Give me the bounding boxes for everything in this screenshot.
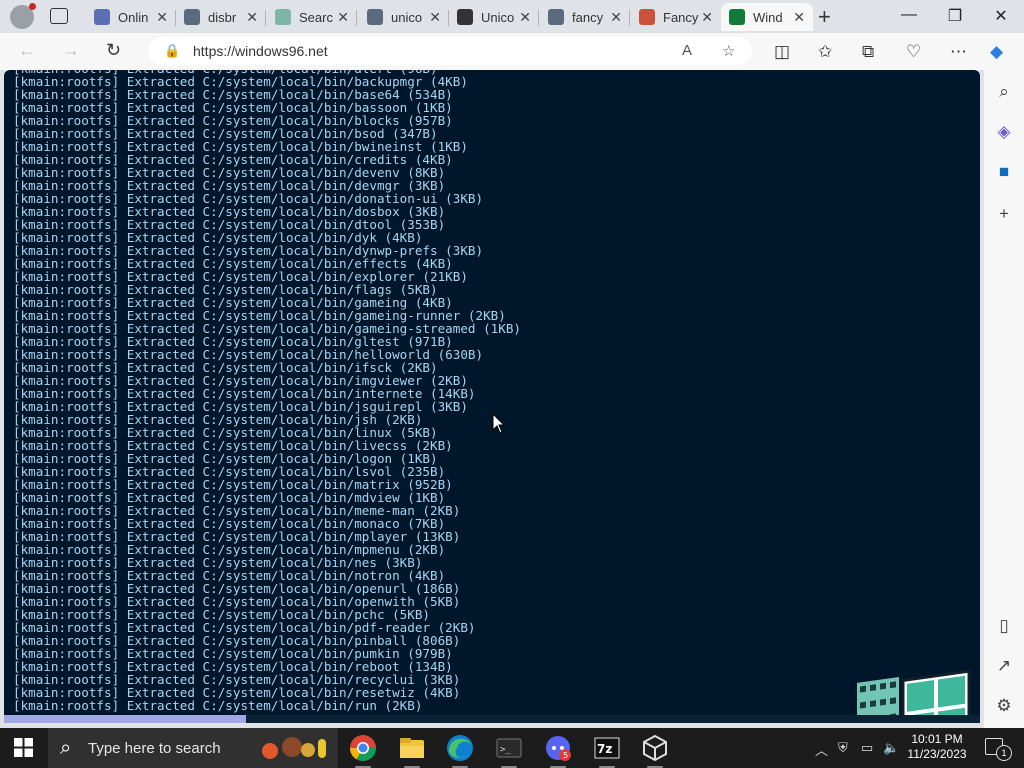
tab-label: Searc	[299, 9, 333, 25]
svg-text:>_: >_	[500, 745, 511, 755]
edge-app-icon[interactable]	[446, 734, 474, 768]
tab-close-icon[interactable]: ✕	[156, 9, 168, 26]
favorites-icon[interactable]: ✩	[818, 42, 832, 62]
browser-tab[interactable]: Searc ✕	[267, 3, 357, 31]
copilot-icon[interactable]: ◆	[990, 42, 1003, 62]
file-explorer-app-icon[interactable]	[398, 734, 426, 768]
search-placeholder: Type here to search	[88, 740, 221, 757]
tab-label: Fancy	[663, 9, 699, 25]
system-clock[interactable]: 10:01 PM 11/23/2023	[905, 732, 969, 762]
tab-favicon-icon	[729, 9, 745, 25]
sidebar-search-icon[interactable]: ⌕	[994, 82, 1014, 102]
tab-label: disbr	[208, 9, 237, 25]
chrome-app-icon[interactable]	[349, 734, 377, 768]
url-text[interactable]: https://windows96.net	[193, 43, 328, 59]
tab-favicon-icon	[184, 9, 200, 25]
clock-time: 10:01 PM	[911, 732, 963, 746]
browser-tab[interactable]: disbr ✕	[176, 3, 266, 31]
tab-favicon-icon	[639, 9, 655, 25]
shield-tray-icon[interactable]: ⛨	[838, 740, 848, 756]
svg-text:5: 5	[563, 751, 568, 760]
terminal-line: [kmain:rootfs] Extracted C:/system/local…	[13, 698, 423, 713]
settings-gear-icon[interactable]: ⚙	[994, 696, 1014, 716]
sidebar-hide-icon[interactable]: ▯	[994, 616, 1014, 636]
tab-close-icon[interactable]: ✕	[701, 9, 713, 26]
browser-tab[interactable]: Fancy ✕	[631, 3, 721, 31]
tab-label: fancy	[572, 9, 604, 25]
address-bar[interactable]: 🔒 https://windows96.net A ☆	[148, 37, 752, 65]
browser-tab[interactable]: Wind ✕	[721, 3, 813, 31]
tab-separator	[629, 10, 630, 26]
tab-close-icon[interactable]: ✕	[610, 9, 622, 26]
favorite-star-icon[interactable]: ☆	[722, 42, 735, 60]
tab-label: Unico	[481, 9, 515, 25]
tab-close-icon[interactable]: ✕	[429, 9, 441, 26]
tab-label: unico	[391, 9, 423, 25]
performance-icon[interactable]: ♡	[906, 42, 921, 62]
mouse-cursor-icon	[492, 413, 506, 434]
sidebar-add-icon[interactable]: +	[994, 204, 1014, 224]
browser-tab[interactable]: Unico ✕	[449, 3, 539, 31]
tab-actions-icon[interactable]	[50, 8, 68, 24]
tab-favicon-icon	[275, 9, 291, 25]
start-windows-icon[interactable]	[14, 738, 33, 757]
windows96-logo-icon	[857, 669, 971, 722]
notification-center-icon[interactable]: 1	[985, 738, 1012, 761]
new-tab-button[interactable]: +	[818, 4, 831, 30]
terminal-output: [kmain:rootfs] Extracted C:/system/local…	[13, 70, 521, 712]
windows-taskbar: ⌕ Type here to search >_ 5 7z ︿ ⛨ ▭ 🔈 10…	[0, 728, 1024, 768]
tab-separator	[265, 10, 266, 26]
profile-avatar[interactable]	[10, 3, 36, 29]
tab-close-icon[interactable]: ✕	[793, 9, 805, 26]
browser-tab[interactable]: fancy ✕	[540, 3, 630, 31]
network-icon[interactable]: ▭	[861, 740, 873, 756]
lock-icon: 🔒	[164, 43, 181, 58]
restore-button[interactable]: ❐	[943, 6, 967, 26]
browser-tab[interactable]: unico ✕	[359, 3, 449, 31]
show-hidden-icons-chevron-icon[interactable]: ︿	[815, 740, 828, 759]
outlook-icon[interactable]: ■	[994, 162, 1014, 182]
read-aloud-icon[interactable]: A	[682, 42, 692, 59]
tab-close-icon[interactable]: ✕	[337, 9, 349, 26]
edge-sidebar: ⌕ ◈ ■ + ▯ ↗ ⚙	[984, 70, 1024, 730]
sidebar-copilot-icon[interactable]: ◈	[994, 122, 1014, 142]
terminal-app-icon[interactable]: >_	[495, 734, 523, 768]
horizontal-scrollbar-thumb[interactable]	[4, 715, 246, 723]
tab-favicon-icon	[94, 9, 110, 25]
browser-toolbar: ← → ↻ 🔒 https://windows96.net A ☆ ◫ ✩ ⧉ …	[0, 33, 1024, 70]
svg-text:7z: 7z	[597, 742, 612, 756]
back-button[interactable]: ←	[18, 40, 36, 61]
browser-tab[interactable]: Onlin ✕	[86, 3, 176, 31]
box-app-icon[interactable]	[641, 734, 669, 768]
notification-count-badge: 1	[996, 745, 1012, 761]
tab-separator	[356, 10, 357, 26]
taskbar-search-box[interactable]: ⌕ Type here to search	[48, 728, 338, 768]
tab-strip: Onlin ✕ disbr ✕ Searc ✕ unico ✕ Unico ✕ fancy ✕ Fanc…	[0, 0, 1024, 33]
collections-icon[interactable]: ⧉	[862, 42, 874, 62]
split-screen-icon[interactable]: ◫	[774, 42, 790, 62]
tab-favicon-icon	[548, 9, 564, 25]
7zip-app-icon[interactable]: 7z	[593, 734, 621, 768]
close-window-button[interactable]: ✕	[989, 6, 1013, 26]
volume-icon[interactable]: 🔈	[883, 740, 899, 756]
tab-close-icon[interactable]: ✕	[519, 9, 531, 26]
clock-date: 11/23/2023	[907, 747, 967, 761]
minimize-button[interactable]: —	[897, 6, 921, 24]
boot-terminal[interactable]: [kmain:rootfs] Extracted C:/system/local…	[4, 70, 980, 722]
refresh-button[interactable]: ↻	[106, 40, 121, 61]
forward-button[interactable]: →	[62, 40, 80, 61]
tab-favicon-icon	[457, 9, 473, 25]
tab-separator	[538, 10, 539, 26]
tab-favicon-icon	[367, 9, 383, 25]
search-highlight-thanksgiving-icon[interactable]	[260, 736, 332, 760]
tab-label: Onlin	[118, 9, 149, 25]
search-icon: ⌕	[60, 737, 72, 759]
open-external-icon[interactable]: ↗	[994, 656, 1014, 676]
tab-close-icon[interactable]: ✕	[246, 9, 258, 26]
tab-label: Wind	[753, 9, 783, 25]
discord-app-icon[interactable]: 5	[544, 734, 572, 768]
more-menu-icon[interactable]: ⋯	[950, 42, 967, 62]
